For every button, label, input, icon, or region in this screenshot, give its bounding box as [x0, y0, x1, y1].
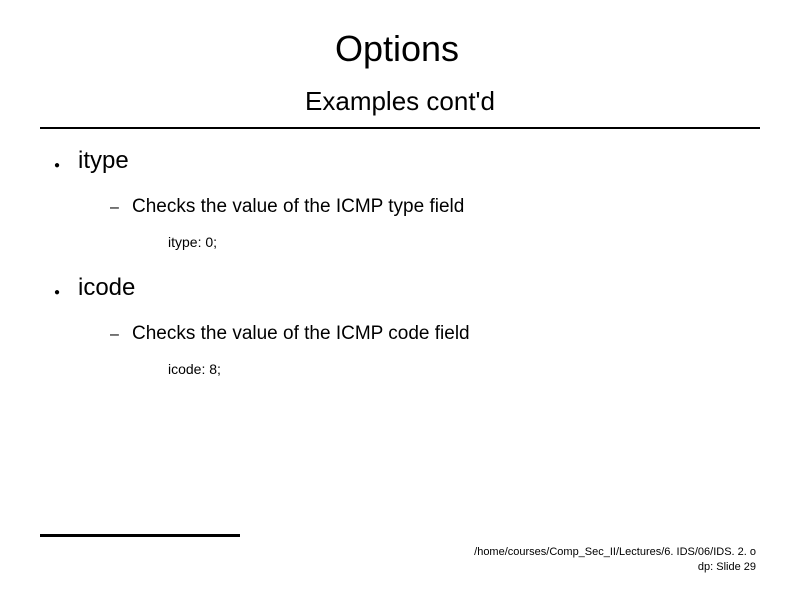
item-desc: Checks the value of the ICMP type field — [132, 196, 464, 218]
item-desc: Checks the value of the ICMP code field — [132, 323, 470, 345]
bullet-icon: ● — [50, 281, 78, 305]
title-divider — [40, 127, 760, 129]
item-name: icode — [78, 274, 135, 302]
subtitle-container: Examples cont'd — [40, 86, 760, 119]
dash-icon: – — [110, 199, 132, 217]
footer: /home/courses/Comp_Sec_II/Lectures/6. ID… — [474, 545, 756, 575]
dash-icon: – — [110, 326, 132, 344]
list-item: ● itype — [50, 147, 754, 178]
list-item: ● icode — [50, 274, 754, 305]
slide-title: Options — [40, 28, 754, 70]
list-subitem: – Checks the value of the ICMP type fiel… — [110, 196, 754, 218]
code-example: icode: 8; — [168, 361, 754, 377]
item-name: itype — [78, 147, 129, 175]
footer-page: dp: Slide 29 — [474, 560, 756, 575]
bullet-icon: ● — [50, 154, 78, 178]
list-subitem: – Checks the value of the ICMP code fiel… — [110, 323, 754, 345]
slide: Options Examples cont'd ● itype – Checks… — [0, 0, 794, 595]
code-example: itype: 0; — [168, 234, 754, 250]
slide-subtitle: Examples cont'd — [40, 86, 760, 119]
footer-path: /home/courses/Comp_Sec_II/Lectures/6. ID… — [474, 545, 756, 560]
content-area: ● itype – Checks the value of the ICMP t… — [40, 147, 754, 377]
footer-divider — [40, 534, 240, 537]
